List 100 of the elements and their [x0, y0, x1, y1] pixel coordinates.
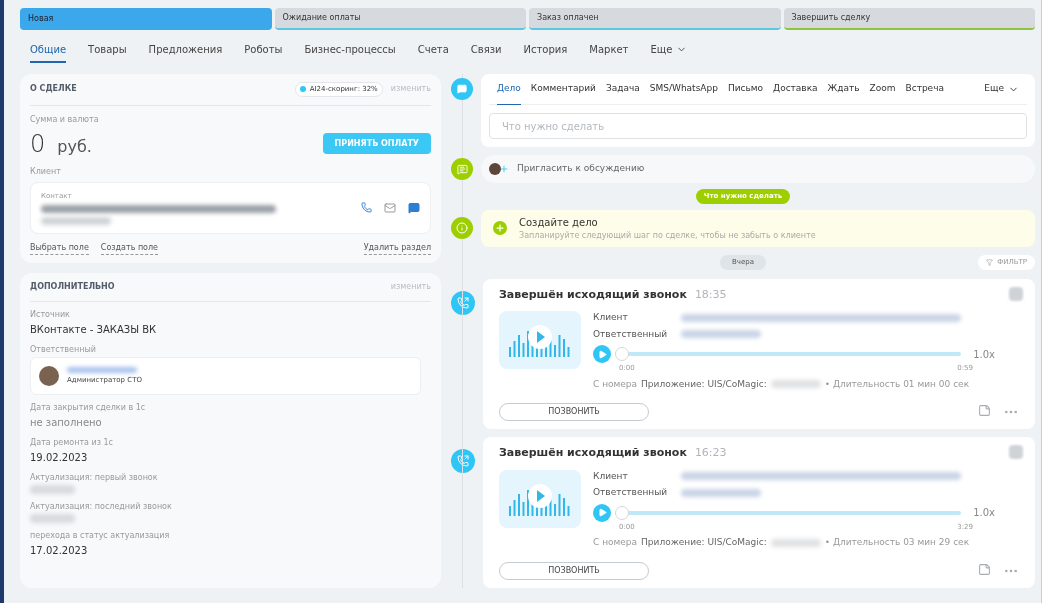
phone-icon[interactable] — [361, 202, 372, 214]
activity-tab[interactable]: Задача — [605, 73, 640, 105]
field-label: Источник — [30, 309, 71, 321]
activity-tab[interactable]: Zoom — [869, 73, 896, 105]
field-link[interactable]: Выбрать поле — [30, 242, 89, 255]
blurred-text — [770, 380, 821, 389]
invite-label: Пригласить к обсуждению — [517, 162, 645, 176]
nav-tab[interactable]: Еще — [650, 41, 688, 63]
stage-step[interactable]: Ожидание оплаты — [274, 8, 526, 30]
from-label: С номера — [593, 377, 638, 391]
chat-icon — [451, 158, 473, 180]
nav-tab[interactable]: Предложения — [148, 41, 223, 63]
call-title: Завершён исходящий звонок — [499, 286, 687, 303]
section-title: ДОПОЛНИТЕЛЬНО — [30, 281, 115, 293]
chat-icon[interactable] — [408, 201, 420, 214]
activity-tab[interactable]: Встреча — [905, 73, 944, 105]
delete-section-link[interactable]: Удалить раздел — [363, 242, 431, 255]
play-icon — [597, 349, 607, 359]
stage-step[interactable]: Завершить сделку — [783, 8, 1035, 30]
field-label: перехода в статус актуализация — [30, 530, 171, 542]
blurred-text — [41, 217, 111, 225]
play-icon — [597, 508, 607, 517]
todo-field[interactable]: Что нужно сделать — [489, 113, 1027, 139]
phone-icon — [451, 290, 475, 315]
blurred-text — [770, 538, 821, 547]
more-tab[interactable]: Еще — [984, 82, 1019, 96]
field-label: Актуализация: первый звонок — [30, 472, 159, 484]
avatar-icon — [39, 366, 59, 386]
field-label: Дата закрытия сделки в 1с — [30, 402, 147, 414]
invite-bar[interactable]: Пригласить к обсуждению — [481, 155, 1035, 183]
create-hint: Запланируйте следующий шаг по сделке, чтобы не забыть о клиенте — [519, 229, 816, 242]
todo-input[interactable]: Что нужно сделать — [502, 118, 1014, 134]
blurred-text — [30, 514, 75, 523]
activity-tab[interactable]: Доставка — [773, 73, 818, 105]
amount-label: Сумма и валюта — [30, 113, 100, 126]
create-title: Создайте дело — [519, 215, 599, 230]
section-title: О СДЕЛКЕ — [30, 83, 77, 96]
phone-icon — [451, 449, 475, 473]
duration-label: • Длительность 03 мин 29 сек — [824, 536, 970, 549]
field-label: Ответственный — [30, 344, 97, 356]
nav-tab[interactable]: История — [523, 41, 568, 63]
dots-icon — [299, 86, 306, 93]
comment-icon — [451, 78, 473, 100]
field-value: 19.02.2023 — [30, 451, 89, 465]
responsible-label: Ответственный — [593, 327, 669, 341]
play-button[interactable] — [593, 503, 611, 522]
nav-tab[interactable]: Общие — [30, 41, 67, 63]
audio-wave-icon — [499, 469, 581, 528]
client-label: Клиент — [593, 469, 629, 483]
avatar-icon — [1009, 445, 1023, 459]
info-icon — [451, 217, 473, 239]
client-label: Клиент — [593, 311, 629, 324]
nav-tab[interactable]: Товары — [88, 41, 127, 63]
field-label: Дата ремонта из 1с — [30, 437, 114, 449]
activity-tab[interactable]: Письмо — [727, 73, 764, 105]
speed-label[interactable]: 1.0x — [973, 505, 995, 520]
filter-icon — [986, 259, 994, 266]
activity-tab[interactable]: Дело — [497, 73, 521, 105]
plus-icon — [493, 221, 507, 235]
app-label: Приложение: UIS/CoMagic: — [641, 536, 767, 549]
field-value: 17.02.2023 — [30, 544, 89, 558]
avatar-icon — [1009, 286, 1023, 301]
play-button[interactable] — [593, 345, 611, 363]
call-title: Завершён исходящий звонок — [499, 445, 687, 461]
nav-tab[interactable]: Связи — [470, 41, 502, 63]
field-link[interactable]: Создать поле — [100, 242, 159, 255]
app-label: Приложение: UIS/CoMagic: — [641, 377, 767, 391]
slider-thumb[interactable] — [615, 347, 629, 361]
avatar-add-icon — [489, 163, 509, 175]
call-time: 16:23 — [694, 445, 727, 461]
activity-tab[interactable]: Комментарий — [530, 73, 596, 105]
note-icon[interactable] — [978, 562, 991, 576]
nav-tab[interactable]: Роботы — [244, 41, 283, 63]
amount-value: 0 — [30, 128, 46, 160]
nav-tab[interactable]: Маркет — [589, 41, 629, 63]
blurred-text — [67, 366, 137, 373]
activity-tab[interactable]: SMS/WhatsApp — [649, 73, 718, 105]
mail-icon[interactable] — [384, 201, 396, 214]
field-label: Актуализация: последний звонок — [30, 501, 173, 513]
empty-value: не заполнено — [30, 416, 103, 430]
blurred-text — [30, 485, 75, 494]
audio-slider[interactable] — [615, 347, 962, 361]
audio-wave-icon — [499, 311, 581, 369]
activity-tab[interactable]: Ждать — [827, 73, 860, 105]
duration-label: • Длительность 01 мин 00 сек — [824, 377, 970, 391]
note-icon[interactable] — [978, 404, 991, 417]
audio-slider[interactable] — [615, 505, 962, 520]
currency-label: руб. — [57, 135, 92, 158]
stage-step[interactable]: Новая — [20, 8, 272, 30]
nav-tab[interactable]: Счета — [417, 41, 449, 63]
nav-tab[interactable]: Бизнес-процессы — [304, 41, 396, 63]
slider-thumb[interactable] — [615, 505, 629, 520]
call-time: 18:35 — [694, 286, 727, 303]
stage-step[interactable]: Заказ оплачен — [529, 8, 781, 30]
client-label: Клиент — [30, 165, 62, 178]
field-value: ВКонтакте - ЗАКАЗЫ ВК — [30, 323, 158, 337]
create-task-banner[interactable]: Создайте дело Запланируйте следующий шаг по сделке, чтобы не забыть о клиенте — [481, 209, 1035, 247]
speed-label[interactable]: 1.0x — [973, 346, 995, 362]
responsible-label: Ответственный — [593, 486, 669, 499]
from-label: С номера — [593, 536, 638, 549]
